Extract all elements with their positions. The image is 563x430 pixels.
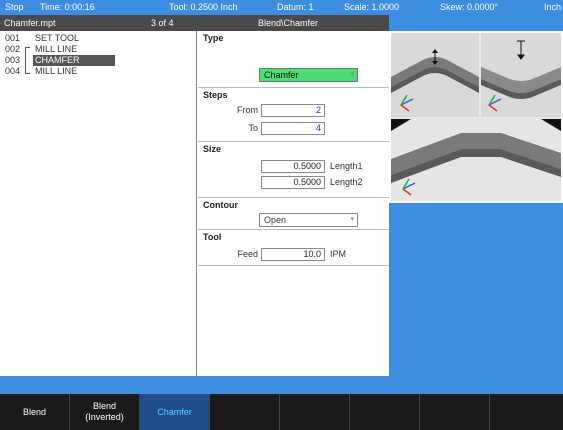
softkey-empty-7[interactable] [420, 394, 490, 430]
step-name: CHAMFER [33, 55, 115, 66]
tool-heading: Tool [203, 232, 222, 242]
softkey-chamfer[interactable]: Chamfer [140, 394, 210, 430]
operation-path: Blend\Chamfer [258, 18, 319, 28]
tool-section: Tool Feed 10.0 IPM [198, 230, 389, 266]
blend-inverted-preview-graphic [481, 33, 561, 117]
type-section: Type Chamfer ▾ [198, 31, 389, 88]
step-name: MILL LINE [35, 66, 78, 76]
chamfer-preview-panel [389, 31, 563, 203]
contour-select[interactable]: Open ▾ [259, 213, 358, 227]
blend-inverted-preview [481, 33, 561, 117]
message-strip [0, 376, 563, 394]
chamfer-preview [391, 119, 561, 201]
size-heading: Size [203, 144, 222, 154]
from-label: From [237, 105, 258, 115]
blend-preview-graphic [391, 33, 479, 117]
step-number: 004 [5, 66, 21, 76]
step-name: MILL LINE [35, 44, 78, 54]
softkey-empty-5[interactable] [280, 394, 350, 430]
skew-readout: Skew: 0.0000° [440, 2, 499, 12]
length1-field[interactable]: 0.5000 [261, 160, 325, 173]
chamfer-parameters-form: Type Chamfer ▾ Steps From 2 To 4 Size 0.… [198, 31, 389, 376]
step-number: 002 [5, 44, 21, 54]
size-section: Size 0.5000 Length1 0.5000 Length2 [198, 142, 389, 198]
type-heading: Type [203, 33, 224, 43]
softkey-empty-8[interactable] [490, 394, 563, 430]
contour-section: Contour Open ▾ [198, 198, 389, 230]
blend-group-bracket [25, 47, 30, 74]
softkey-empty-4[interactable] [210, 394, 280, 430]
tool-size: Tool: 0.2500 Inch [169, 2, 238, 12]
softkey-empty-6[interactable] [350, 394, 420, 430]
length1-label: Length1 [330, 161, 363, 171]
chevron-down-icon: ▾ [350, 216, 354, 223]
datum-readout: Datum: 1 [277, 2, 314, 12]
type-select-value: Chamfer [264, 70, 299, 80]
type-select[interactable]: Chamfer ▾ [259, 68, 358, 82]
softkey-blend[interactable]: Blend [0, 394, 70, 430]
step-name: SET TOOL [35, 33, 80, 43]
program-row[interactable]: 001 SET TOOL [0, 33, 197, 44]
program-title-bar: Chamfer.mpt 3 of 4 Blend\Chamfer [0, 15, 389, 31]
step-number: 001 [5, 33, 21, 43]
to-label: To [248, 123, 258, 133]
feed-label: Feed [237, 249, 258, 259]
to-step-field[interactable]: 4 [261, 122, 325, 135]
elapsed-time: Time: 0:00:16 [40, 2, 95, 12]
step-position: 3 of 4 [151, 18, 174, 28]
step-number: 003 [5, 55, 21, 65]
from-step-field[interactable]: 2 [261, 104, 325, 117]
program-step-list[interactable]: 001 SET TOOL 002 MILL LINE 003 CHAMFER 0… [0, 31, 197, 376]
softkey-blend-inverted[interactable]: Blend (Inverted) [70, 394, 140, 430]
length2-field[interactable]: 0.5000 [261, 176, 325, 189]
machine-mode: Stop [5, 2, 24, 12]
feed-unit-label: IPM [330, 249, 347, 259]
contour-select-value: Open [264, 215, 287, 225]
length2-label: Length2 [330, 177, 363, 187]
feed-rate-field[interactable]: 10.0 [261, 248, 325, 261]
units-readout: Inch [544, 2, 562, 12]
blend-preview [391, 33, 479, 117]
chamfer-preview-graphic [391, 119, 561, 201]
softkey-bar: Blend Blend (Inverted) Chamfer [0, 394, 563, 430]
scale-readout: Scale: 1.0000 [344, 2, 400, 12]
status-bar: Stop Time: 0:00:16 Tool: 0.2500 Inch Dat… [0, 0, 563, 15]
steps-heading: Steps [203, 90, 228, 100]
steps-section: Steps From 2 To 4 [198, 88, 389, 142]
chevron-down-icon: ▾ [350, 71, 354, 78]
contour-heading: Contour [203, 200, 238, 210]
program-filename: Chamfer.mpt [4, 18, 56, 28]
